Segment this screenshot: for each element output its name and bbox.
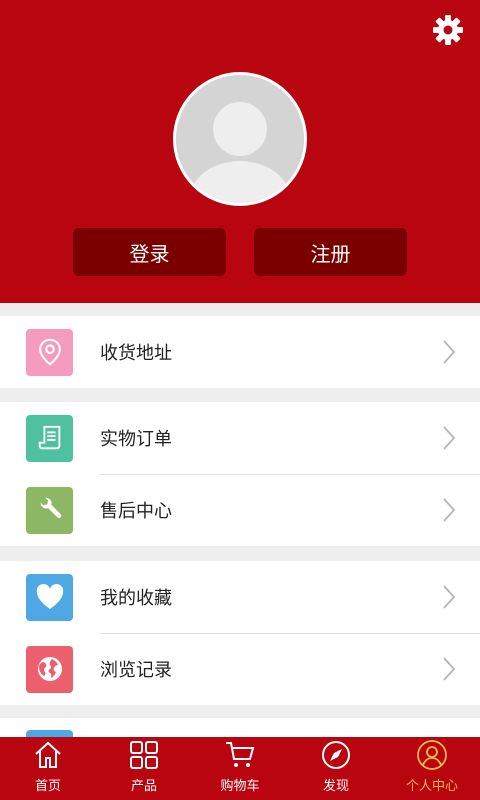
tab-discover[interactable]: 发现	[288, 737, 384, 800]
tab-products[interactable]: 产品	[96, 737, 192, 800]
menu-group-more	[0, 718, 480, 738]
tab-label: 产品	[130, 779, 157, 794]
register-button[interactable]: 注册	[254, 228, 407, 276]
gear-icon[interactable]	[432, 14, 464, 46]
menu-group-favorites: 我的收藏 浏览记录	[0, 561, 480, 705]
chevron-right-icon	[443, 657, 456, 681]
chevron-right-icon	[443, 585, 456, 609]
menu-label-aftersales: 售后中心	[100, 501, 172, 522]
tab-label: 个人中心	[405, 779, 458, 794]
location-pin-icon	[26, 328, 73, 376]
tab-label: 发现	[322, 779, 349, 794]
menu-label-orders: 实物订单	[100, 429, 172, 450]
menu-item-aftersales[interactable]: 售后中心	[0, 474, 480, 546]
menu-group-orders: 实物订单 售后中心	[0, 402, 480, 546]
bottom-tab-bar: 首页 产品 购物车 发现 个人中心	[0, 737, 480, 800]
menu-label-favorites: 我的收藏	[100, 588, 172, 609]
tab-profile[interactable]: 个人中心	[384, 737, 480, 800]
cart-icon	[226, 742, 255, 767]
menu-label-history: 浏览记录	[100, 660, 172, 681]
tab-label: 首页	[34, 779, 61, 794]
default-avatar-icon	[176, 75, 304, 203]
grid-icon	[130, 741, 158, 769]
menu-group-address: 收货地址	[0, 316, 480, 388]
chevron-right-icon	[443, 498, 456, 522]
user-icon	[417, 740, 447, 770]
tab-cart[interactable]: 购物车	[192, 737, 288, 800]
menu-item-history[interactable]: 浏览记录	[0, 633, 480, 705]
menu-item-favorites[interactable]: 我的收藏	[0, 561, 480, 633]
receipt-icon	[26, 414, 73, 462]
avatar[interactable]	[173, 72, 307, 206]
profile-header: 登录 注册	[0, 0, 480, 303]
home-icon	[35, 741, 61, 768]
menu-label-address: 收货地址	[100, 343, 172, 364]
heart-icon	[26, 573, 73, 621]
tab-home[interactable]: 首页	[0, 737, 96, 800]
menu-item-address[interactable]: 收货地址	[0, 316, 480, 388]
wrench-icon	[26, 486, 73, 534]
tab-label: 购物车	[220, 779, 260, 794]
chevron-right-icon	[443, 426, 456, 450]
globe-icon	[26, 645, 73, 693]
compass-icon	[322, 741, 350, 769]
menu-item-orders[interactable]: 实物订单	[0, 402, 480, 474]
chevron-right-icon	[443, 340, 456, 364]
login-button[interactable]: 登录	[73, 228, 226, 276]
